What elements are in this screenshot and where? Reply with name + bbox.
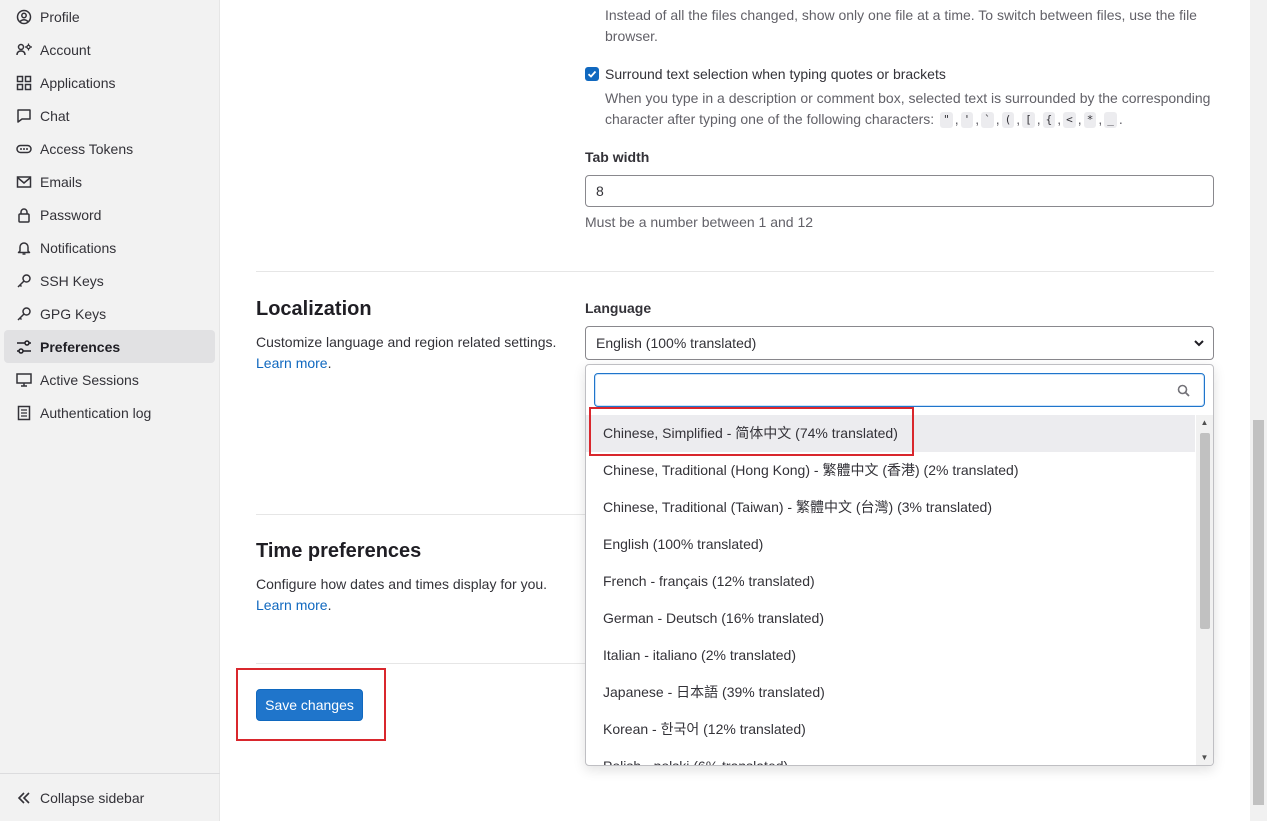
language-option[interactable]: Chinese, Traditional (Hong Kong) - 繁體中文 … [586,452,1195,489]
sidebar-item-preferences[interactable]: Preferences [4,330,215,363]
sidebar-item-label: SSH Keys [40,272,104,289]
sidebar-item-label: Authentication log [40,404,152,421]
language-option[interactable]: Chinese, Traditional (Taiwan) - 繁體中文 (台灣… [586,489,1195,526]
sidebar-item-chat[interactable]: Chat [4,99,215,132]
double-chevron-left-icon [16,790,32,806]
bell-icon [16,240,32,256]
section-divider [256,271,1214,272]
language-dropdown: Chinese, Simplified - 简体中文 (74% translat… [585,364,1214,766]
language-label: Language [585,300,652,316]
language-option[interactable]: German - Deutsch (16% translated) [586,600,1195,637]
dropdown-scrollbar-thumb[interactable] [1200,433,1210,629]
sidebar-item-account[interactable]: Account [4,33,215,66]
chevron-down-icon [1194,340,1204,347]
localization-title: Localization [256,298,372,320]
sidebar-item-label: Preferences [40,338,121,355]
single-file-help: Instead of all the files changed, show o… [605,7,1197,44]
sidebar-item-label: GPG Keys [40,305,107,322]
language-options-list: Chinese, Simplified - 简体中文 (74% translat… [586,415,1195,765]
preferences-icon [16,339,32,355]
sidebar-item-active-sessions[interactable]: Active Sessions [4,363,215,396]
language-option[interactable]: Japanese - 日本語 (39% translated) [586,674,1195,711]
language-option[interactable]: Korean - 한국어 (12% translated) [586,711,1195,748]
profile-icon [16,9,32,25]
tab-width-input[interactable]: 8 [585,175,1214,207]
dropdown-scrollbar[interactable]: ▲ ▼ [1196,415,1213,765]
sidebar-item-applications[interactable]: Applications [4,66,215,99]
sidebar-item-label: Applications [40,74,116,91]
sidebar-item-label: Account [40,41,91,58]
surround-char: ( [1001,112,1015,129]
surround-char: ` [981,112,994,129]
sidebar-item-label: Emails [40,173,83,190]
section-divider [256,514,586,515]
localization-learn-more-link[interactable]: Learn more [256,355,328,371]
page-scrollbar-thumb[interactable] [1253,420,1264,805]
language-option[interactable]: Polish - polski (6% translated) [586,748,1195,765]
sidebar-item-label: Chat [40,107,70,124]
settings-sidebar: Profile Account Applications Chat Access… [0,0,220,821]
section-divider [256,663,586,664]
surround-char: [ [1022,112,1035,129]
surround-selection-checkbox[interactable] [585,67,599,81]
time-preferences-title: Time preferences [256,540,422,562]
surround-char: { [1042,112,1056,129]
surround-selection-label[interactable]: Surround text selection when typing quot… [605,66,946,82]
key-icon [16,306,32,322]
language-select[interactable]: English (100% translated) [585,326,1214,360]
lock-icon [16,207,32,223]
surround-char: ' [960,112,974,129]
collapse-sidebar-button[interactable]: Collapse sidebar [0,773,220,821]
language-option[interactable]: Chinese, Simplified - 简体中文 (74% translat… [586,415,1195,452]
surround-char: * [1083,112,1097,129]
scroll-down-arrow-icon[interactable]: ▼ [1200,753,1209,762]
save-changes-button[interactable]: Save changes [256,689,363,721]
preferences-main: Instead of all the files changed, show o… [220,0,1250,821]
sidebar-item-label: Password [40,206,102,223]
surround-char: _ [1104,112,1117,129]
sidebar-item-profile[interactable]: Profile [4,0,215,33]
applications-icon [16,75,32,91]
language-search-input[interactable] [594,373,1205,407]
localization-description-text: Customize language and region related se… [256,334,557,350]
token-icon [16,141,32,157]
collapse-sidebar-label: Collapse sidebar [40,789,145,806]
search-icon [1177,384,1190,400]
sidebar-item-access-tokens[interactable]: Access Tokens [4,132,215,165]
tab-width-help: Must be a number between 1 and 12 [585,214,814,230]
mail-icon [16,174,32,190]
log-icon [16,405,32,421]
key-icon [16,273,32,289]
surround-char: < [1063,112,1076,129]
sidebar-item-password[interactable]: Password [4,198,215,231]
account-icon [16,42,32,58]
sidebar-item-ssh-keys[interactable]: SSH Keys [4,264,215,297]
sidebar-item-label: Profile [40,8,80,25]
sidebar-item-gpg-keys[interactable]: GPG Keys [4,297,215,330]
monitor-icon [16,372,32,388]
sidebar-nav: Profile Account Applications Chat Access… [0,0,219,429]
surround-selection-help: When you type in a description or commen… [605,90,1211,129]
language-option[interactable]: French - français (12% translated) [586,563,1195,600]
sidebar-item-label: Access Tokens [40,140,134,157]
surround-char: " [940,112,953,129]
sidebar-item-authentication-log[interactable]: Authentication log [4,396,215,429]
sidebar-item-emails[interactable]: Emails [4,165,215,198]
language-option[interactable]: English (100% translated) [586,526,1195,563]
sidebar-item-notifications[interactable]: Notifications [4,231,215,264]
language-selected-value: English (100% translated) [596,335,757,351]
page-scrollbar[interactable] [1250,0,1267,821]
localization-description: Customize language and region related se… [256,334,557,371]
language-option[interactable]: Italian - italiano (2% translated) [586,637,1195,674]
tab-width-label: Tab width [585,149,650,165]
chat-icon [16,108,32,124]
sidebar-item-label: Active Sessions [40,371,139,388]
sidebar-item-label: Notifications [40,239,117,256]
time-preferences-learn-more-link[interactable]: Learn more [256,597,328,613]
time-preferences-description-text: Configure how dates and times display fo… [256,576,548,592]
surround-help-end: . [1118,111,1123,127]
checkmark-icon [587,70,597,78]
scroll-up-arrow-icon[interactable]: ▲ [1200,418,1209,427]
time-preferences-description: Configure how dates and times display fo… [256,576,548,613]
